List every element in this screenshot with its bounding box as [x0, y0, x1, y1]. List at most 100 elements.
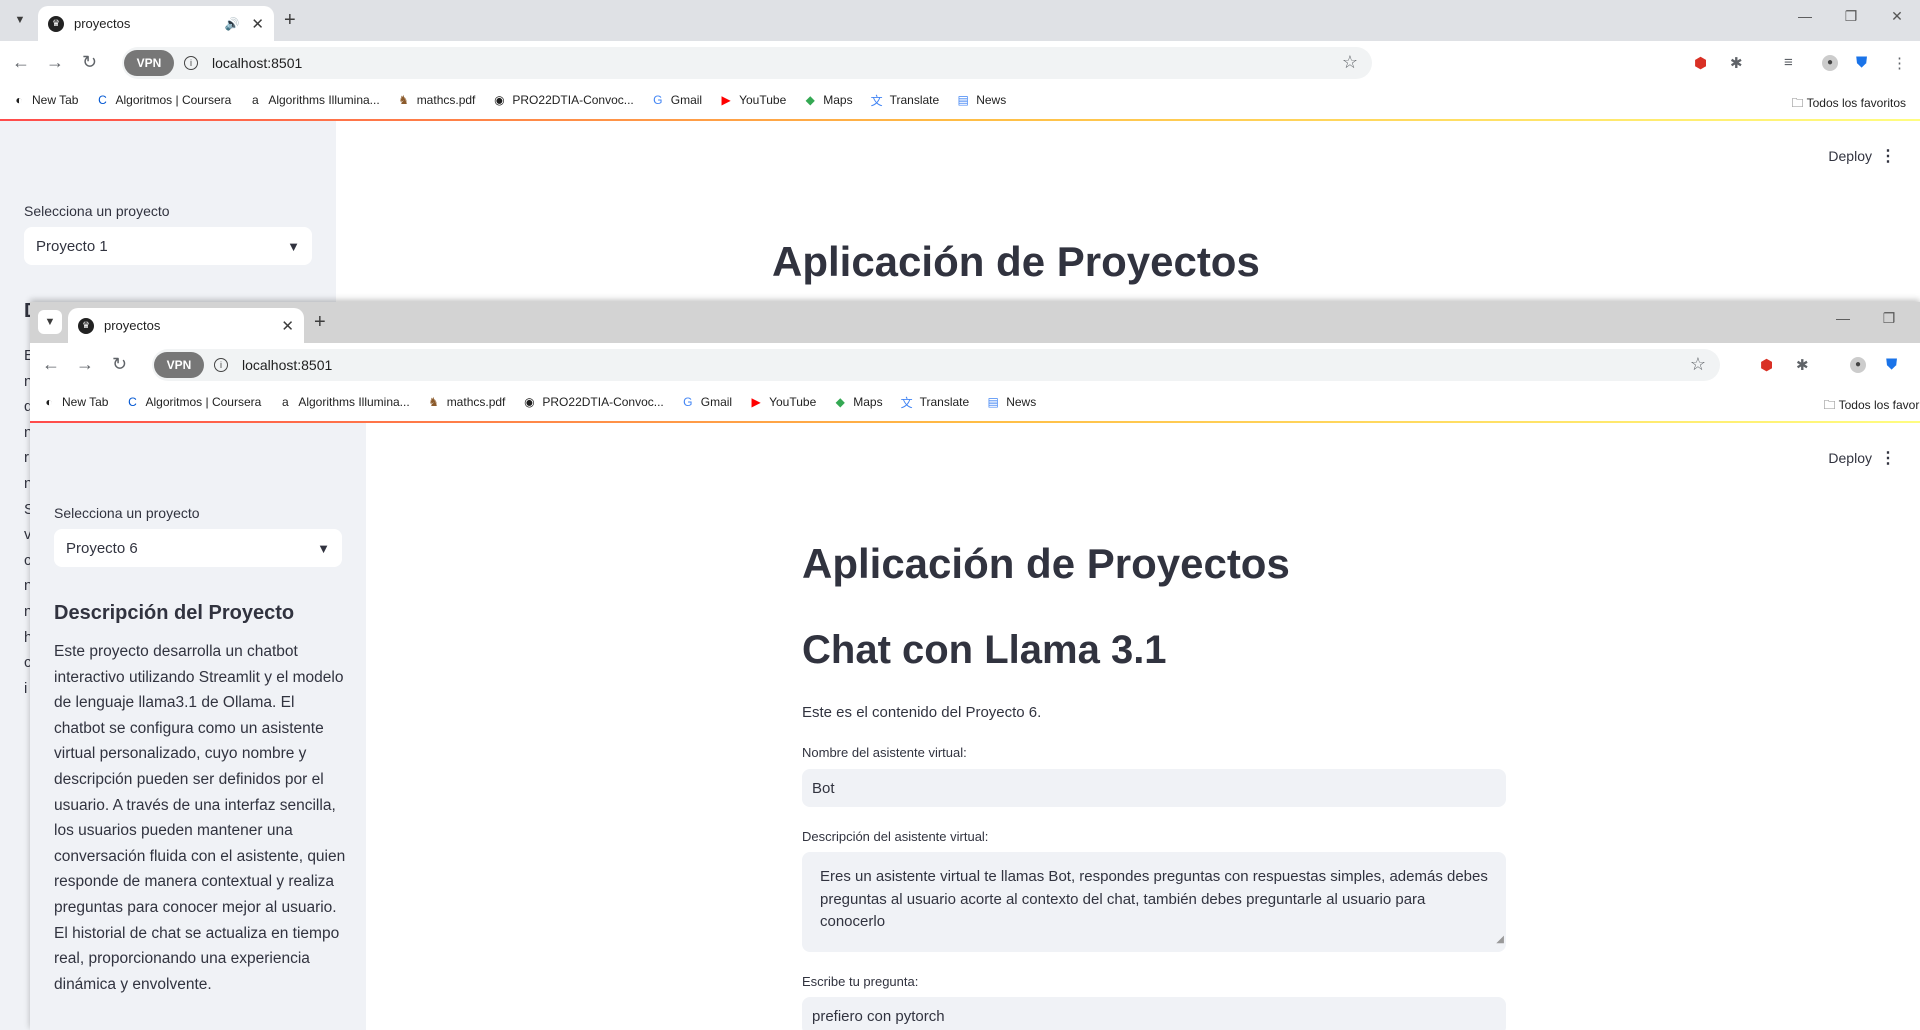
bookmark-item[interactable]: a Algorithms Illumina... — [248, 93, 380, 107]
project-select[interactable]: Proyecto 6 ▼ — [54, 529, 342, 567]
sidebar: Selecciona un proyecto Proyecto 6 ▼ Desc… — [30, 423, 366, 1030]
tab-search-icon[interactable]: ▼ — [38, 310, 62, 334]
folder-icon: 🗀 — [1791, 96, 1807, 110]
new-tab-button[interactable]: + — [284, 9, 296, 32]
url-text[interactable]: localhost:8501 — [242, 357, 332, 373]
browser-tab[interactable]: ♛ proyectos ✕ — [68, 308, 304, 343]
bookmark-item[interactable]: 文 Translate — [900, 395, 970, 410]
bookmark-item[interactable]: ◆ Maps — [833, 395, 883, 409]
page-title: Aplicación de Proyectos — [772, 238, 1260, 285]
tab-title: proyectos — [104, 318, 161, 333]
browser-window-front: ▼ ♛ proyectos ✕ + — ❐ ✕ ← → ↻ VPN i loca… — [30, 302, 1920, 1030]
all-bookmarks[interactable]: 🗀 Todos los favori — [1824, 396, 1920, 417]
select-label: Selecciona un proyecto — [24, 203, 170, 219]
newtab-icon: ◐ — [15, 93, 23, 107]
bookmark-item[interactable]: 文 Translate — [870, 93, 940, 108]
all-bookmarks[interactable]: 🗀 Todos los favoritos — [1791, 94, 1906, 115]
bookmark-star-icon[interactable]: ☆ — [1690, 354, 1706, 375]
translate-icon: 文 — [870, 93, 883, 108]
streamlit-favicon-icon: ♛ — [78, 317, 94, 334]
tab-strip: ▼ ♛ proyectos 🔊 ✕ + — ❐ ✕ — [0, 0, 1920, 41]
extensions-icon[interactable]: ✱ — [1730, 54, 1743, 72]
bookmark-item[interactable]: ▤ News — [986, 395, 1037, 409]
question-label: Escribe tu pregunta: — [802, 974, 919, 989]
select-label: Selecciona un proyecto — [54, 505, 200, 521]
back-icon[interactable]: ← — [12, 52, 30, 73]
content-text: Este es el contenido del Proyecto 6. — [802, 704, 1042, 721]
assistant-name-input[interactable]: Bot — [802, 769, 1506, 807]
address-bar[interactable]: VPN i localhost:8501 ☆ — [152, 349, 1720, 381]
window-controls: — ❐ ✕ — [1820, 310, 1920, 327]
close-tab-icon[interactable]: ✕ — [281, 317, 294, 335]
main-menu-icon[interactable]: ⋮ — [1880, 448, 1896, 468]
project-select[interactable]: Proyecto 1 ▼ — [24, 227, 312, 265]
address-bar[interactable]: VPN i localhost:8501 ☆ — [122, 47, 1372, 79]
audio-icon[interactable]: 🔊 — [224, 17, 239, 31]
close-tab-icon[interactable]: ✕ — [251, 15, 264, 33]
assistant-name-value: Bot — [812, 779, 835, 797]
amazon-icon: a — [281, 395, 289, 409]
coursera-icon: C — [98, 93, 107, 107]
vpn-icon[interactable]: VPN — [124, 50, 174, 76]
bookmark-item[interactable]: C Algoritmos | Coursera — [95, 93, 231, 107]
bitwarden-extension-icon[interactable]: ⛊ — [1856, 54, 1867, 71]
site-info-icon[interactable]: i — [184, 56, 198, 70]
question-input[interactable]: prefiero con pytorch — [802, 997, 1506, 1030]
bitwarden-extension-icon[interactable]: ⛊ — [1886, 356, 1897, 373]
profile-avatar-icon[interactable]: ● — [1822, 55, 1838, 71]
streamlit-favicon-icon: ♛ — [48, 15, 64, 32]
browser-tab[interactable]: ♛ proyectos 🔊 ✕ — [38, 6, 274, 41]
pdf-icon: ♞ — [428, 395, 440, 409]
bookmark-item[interactable]: ▤ News — [956, 93, 1007, 107]
minimize-icon[interactable]: — — [1820, 310, 1866, 327]
bookmark-star-icon[interactable]: ☆ — [1342, 52, 1358, 73]
resize-grip-icon[interactable]: ◢ — [1496, 929, 1504, 952]
maps-icon: ◆ — [805, 93, 815, 107]
back-icon[interactable]: ← — [42, 354, 60, 375]
tab-title: proyectos — [74, 16, 131, 31]
selected-project: Proyecto 6 — [66, 539, 138, 557]
adblock-extension-icon[interactable]: ⬢ — [1694, 54, 1707, 72]
minimize-icon[interactable]: — — [1782, 8, 1828, 25]
restore-icon[interactable]: ❐ — [1866, 310, 1912, 327]
news-icon: ▤ — [957, 93, 969, 107]
assistant-description-textarea[interactable]: Eres un asistente virtual te llamas Bot,… — [802, 852, 1506, 952]
close-window-icon[interactable]: ✕ — [1912, 310, 1920, 327]
bookmark-item[interactable]: ◉ PRO22DTIA-Convoc... — [492, 93, 634, 107]
deploy-button[interactable]: Deploy — [1828, 148, 1872, 164]
deploy-button[interactable]: Deploy — [1828, 450, 1872, 466]
reload-icon[interactable]: ↻ — [82, 52, 97, 73]
bookmark-item[interactable]: ◆ Maps — [803, 93, 853, 107]
bookmark-item[interactable]: ▶ YouTube — [749, 395, 816, 409]
close-window-icon[interactable]: ✕ — [1874, 8, 1920, 25]
main-menu-icon[interactable]: ⋮ — [1880, 146, 1896, 166]
bookmark-item[interactable]: ◐ New Tab — [42, 395, 108, 409]
bookmark-item[interactable]: ♞ mathcs.pdf — [427, 395, 505, 409]
restore-icon[interactable]: ❐ — [1828, 8, 1874, 25]
bookmark-item[interactable]: G Gmail — [681, 395, 732, 409]
bookmark-item[interactable]: ♞ mathcs.pdf — [397, 93, 475, 107]
bookmarks-bar: ◐ New Tab C Algoritmos | Coursera a Algorit… — [30, 387, 1920, 417]
reload-icon[interactable]: ↻ — [112, 354, 127, 375]
globe-icon: ◉ — [524, 395, 535, 409]
bookmark-item[interactable]: ◉ PRO22DTIA-Convoc... — [522, 395, 664, 409]
browser-toolbar: ← → ↻ VPN i localhost:8501 ☆ ⬢ ✱ ≡ ● ⛊ ⋮ — [0, 41, 1920, 85]
extensions-icon[interactable]: ✱ — [1796, 356, 1809, 374]
adblock-extension-icon[interactable]: ⬢ — [1760, 356, 1773, 374]
forward-icon[interactable]: → — [76, 354, 94, 375]
tab-strip: ▼ ♛ proyectos ✕ + — ❐ ✕ — [30, 302, 1920, 343]
bookmark-item[interactable]: ▶ YouTube — [719, 93, 786, 107]
site-info-icon[interactable]: i — [214, 358, 228, 372]
bookmark-item[interactable]: a Algorithms Illumina... — [278, 395, 410, 409]
forward-icon[interactable]: → — [46, 52, 64, 73]
new-tab-button[interactable]: + — [314, 311, 326, 334]
tab-search-icon[interactable]: ▼ — [8, 8, 32, 32]
bookmark-item[interactable]: G Gmail — [651, 93, 702, 107]
bookmark-item[interactable]: C Algoritmos | Coursera — [125, 395, 261, 409]
url-text[interactable]: localhost:8501 — [212, 55, 302, 71]
media-control-icon[interactable]: ≡ — [1784, 54, 1793, 71]
profile-avatar-icon[interactable]: ● — [1850, 357, 1866, 373]
vpn-icon[interactable]: VPN — [154, 352, 204, 378]
bookmark-item[interactable]: ◐ New Tab — [12, 93, 78, 107]
browser-menu-icon[interactable]: ⋮ — [1892, 54, 1907, 72]
